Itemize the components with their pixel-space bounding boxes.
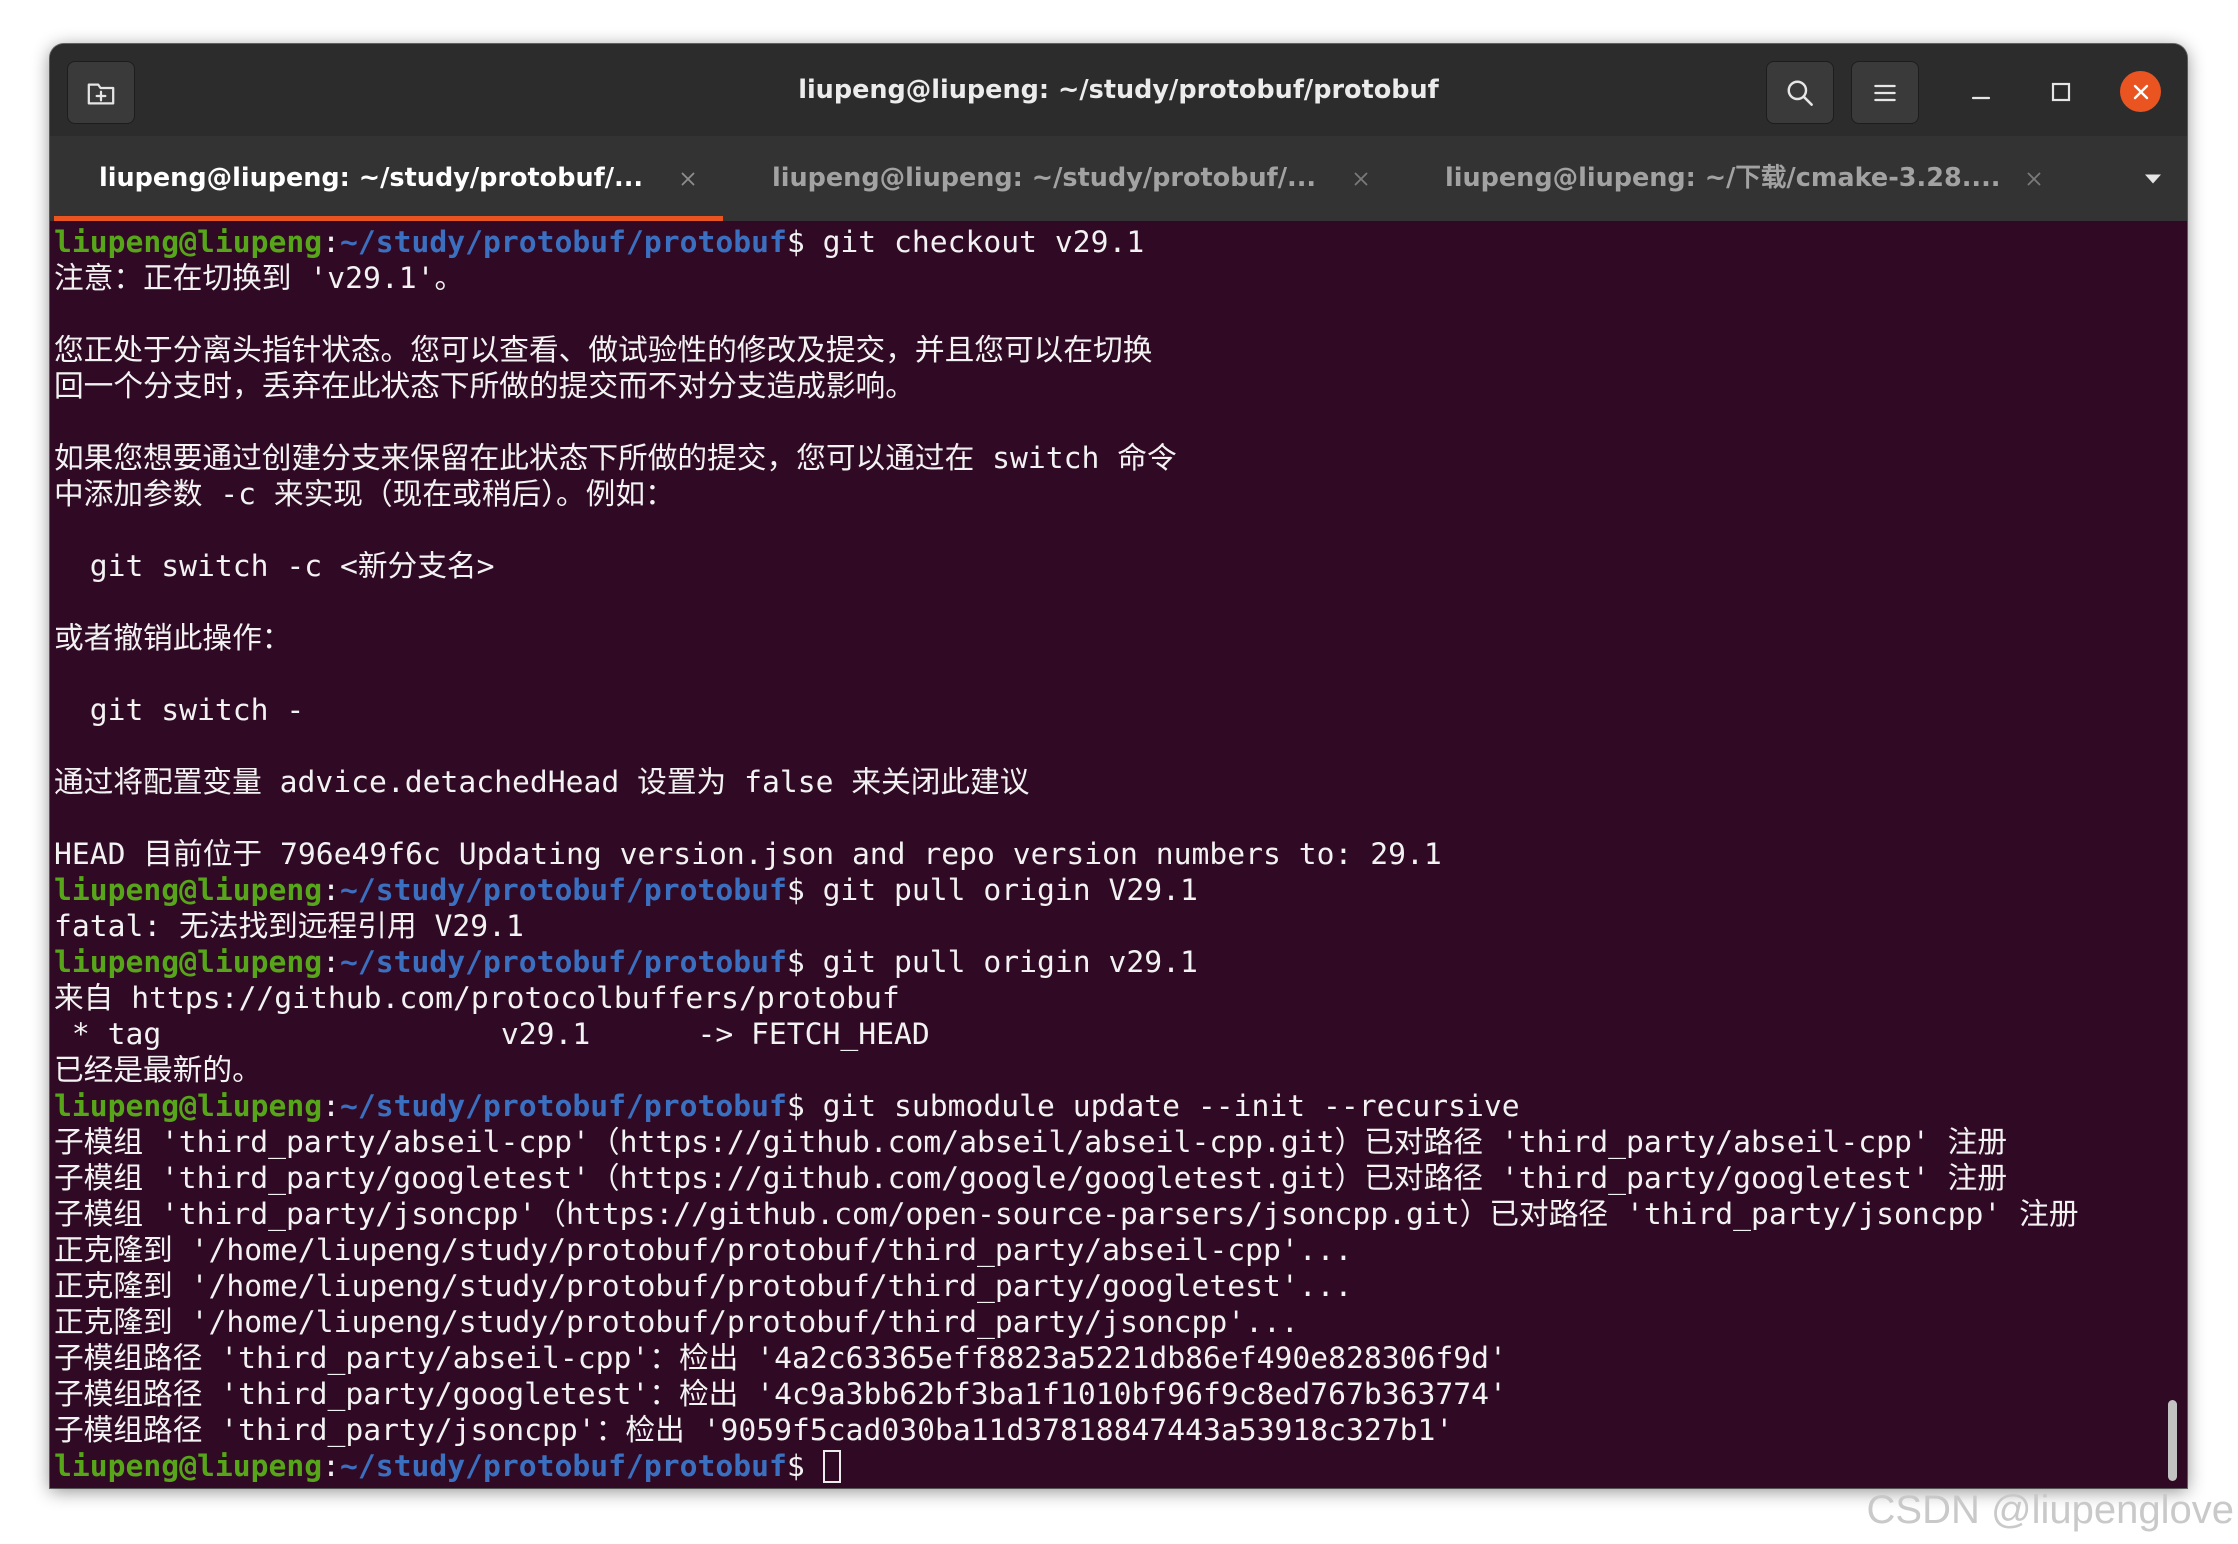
command-text: git submodule update --init --recursive [822, 1089, 1520, 1124]
terminal-line: 中添加参数 -c 来实现（现在或稍后）。例如： [54, 477, 675, 512]
text-cursor [822, 1450, 841, 1483]
close-window-button[interactable] [2120, 71, 2161, 112]
tab-2[interactable]: liupeng@liupeng: ~/study/protobuf/... [723, 136, 1396, 221]
tab-bar: liupeng@liupeng: ~/study/protobuf/... li… [50, 136, 2187, 221]
terminal-line: 子模组 'third_party/googletest'（https://git… [54, 1161, 2008, 1196]
terminal-line-prompt: liupeng@liupeng:~/study/protobuf/protobu… [54, 225, 2162, 261]
terminal-line: git switch -c <新分支名> [54, 549, 495, 584]
prompt-symbol: $ [786, 945, 805, 980]
menu-button[interactable] [1851, 61, 1919, 124]
prompt-symbol: $ [786, 873, 805, 908]
prompt-separator: : [322, 1449, 340, 1484]
prompt-symbol: $ [786, 225, 805, 260]
prompt-separator: : [322, 873, 340, 908]
prompt-user-host: liupeng@liupeng [54, 945, 323, 980]
prompt-user-host: liupeng@liupeng [54, 225, 323, 260]
tab-label: liupeng@liupeng: ~/study/protobuf/... [772, 163, 1317, 193]
maximize-button[interactable] [2040, 71, 2081, 112]
prompt-user-host: liupeng@liupeng [54, 873, 323, 908]
maximize-icon [2051, 82, 2070, 101]
close-tab-button[interactable] [1349, 167, 1373, 191]
minimize-icon [1971, 96, 1990, 99]
prompt-separator: : [322, 1089, 340, 1124]
scrollbar-thumb[interactable] [2168, 1400, 2177, 1481]
prompt-user-host: liupeng@liupeng [54, 1089, 323, 1124]
terminal-line: 正克隆到 '/home/liupeng/study/protobuf/proto… [54, 1269, 1353, 1304]
terminal-line: 子模组路径 'third_party/abseil-cpp'：检出 '4a2c6… [54, 1341, 1507, 1376]
tab-list-button[interactable] [2119, 136, 2187, 221]
prompt-user-host: liupeng@liupeng [54, 1449, 323, 1484]
terminal-line: 注意：正在切换到 'v29.1'。 [54, 261, 465, 296]
search-icon [1787, 80, 1813, 106]
close-tab-icon [2027, 172, 2041, 186]
watermark: CSDN @liupenglove [1866, 1488, 2234, 1532]
close-icon [2133, 84, 2148, 99]
terminal-window: liupeng@liupeng: ~/study/protobuf/protob… [50, 44, 2187, 1488]
tab-label: liupeng@liupeng: ~/study/protobuf/... [99, 163, 644, 193]
terminal-line: fatal: 无法找到远程引用 V29.1 [54, 909, 524, 944]
close-tab-icon [1354, 172, 1368, 186]
prompt-path: ~/study/protobuf/protobuf [339, 1089, 787, 1124]
terminal-line-prompt: liupeng@liupeng:~/study/protobuf/protobu… [54, 1089, 2162, 1125]
terminal-line-prompt: liupeng@liupeng:~/study/protobuf/protobu… [54, 945, 2162, 981]
terminal-line: 子模组 'third_party/jsoncpp'（https://github… [54, 1197, 2079, 1232]
terminal-line: HEAD 目前位于 796e49f6c Updating version.jso… [54, 837, 1442, 872]
command-text: git checkout v29.1 [822, 225, 1145, 260]
terminal-line: 或者撤销此操作： [54, 621, 292, 656]
hamburger-menu-icon [1874, 84, 1896, 101]
terminal-screen: liupeng@liupeng:~/study/protobuf/protobu… [54, 225, 2162, 1485]
terminal-area[interactable]: liupeng@liupeng:~/study/protobuf/protobu… [50, 221, 2187, 1488]
tab-label: liupeng@liupeng: ~/下载/cmake-3.28.... [1445, 163, 2001, 193]
terminal-line: git switch - [54, 693, 305, 728]
command-text: git pull origin v29.1 [822, 945, 1198, 980]
terminal-line: 您正处于分离头指针状态。您可以查看、做试验性的修改及提交，并且您可以在切换 [54, 333, 1153, 368]
terminal-line: 正克隆到 '/home/liupeng/study/protobuf/proto… [54, 1233, 1353, 1268]
terminal-line: 回一个分支时，丢弃在此状态下所做的提交而不对分支造成影响。 [54, 369, 915, 404]
prompt-path: ~/study/protobuf/protobuf [339, 1449, 787, 1484]
terminal-line: 子模组路径 'third_party/googletest'：检出 '4c9a3… [54, 1377, 1507, 1412]
prompt-symbol: $ [786, 1449, 805, 1484]
prompt-path: ~/study/protobuf/protobuf [339, 945, 787, 980]
terminal-line: 如果您想要通过创建分支来保留在此状态下所做的提交，您可以通过在 switch 命… [54, 441, 1177, 476]
search-button[interactable] [1766, 61, 1834, 124]
terminal-line-prompt: liupeng@liupeng:~/study/protobuf/protobu… [54, 873, 2162, 909]
title-bar[interactable]: liupeng@liupeng: ~/study/protobuf/protob… [50, 44, 2187, 136]
tab-1[interactable]: liupeng@liupeng: ~/study/protobuf/... [50, 136, 723, 221]
terminal-line: 来自 https://github.com/protocolbuffers/pr… [54, 981, 900, 1016]
terminal-line: 正克隆到 '/home/liupeng/study/protobuf/proto… [54, 1305, 1299, 1340]
command-text: git pull origin V29.1 [822, 873, 1198, 908]
terminal-line: 子模组路径 'third_party/jsoncpp'：检出 '9059f5ca… [54, 1413, 1454, 1448]
prompt-path: ~/study/protobuf/protobuf [339, 873, 787, 908]
chevron-down-icon [2145, 174, 2161, 183]
close-tab-button[interactable] [2022, 167, 2046, 191]
close-tab-button[interactable] [676, 167, 700, 191]
close-tab-icon [681, 172, 695, 186]
prompt-symbol: $ [786, 1089, 805, 1124]
terminal-line: 通过将配置变量 advice.detachedHead 设置为 false 来关… [54, 765, 1030, 800]
terminal-line-prompt: liupeng@liupeng:~/study/protobuf/protobu… [54, 1449, 2162, 1485]
terminal-line: 子模组 'third_party/abseil-cpp'（https://git… [54, 1125, 2008, 1160]
terminal-line: * tag v29.1 -> FETCH_HEAD [54, 1017, 930, 1052]
prompt-separator: : [322, 225, 340, 260]
tab-3[interactable]: liupeng@liupeng: ~/下载/cmake-3.28.... [1396, 136, 2069, 221]
prompt-path: ~/study/protobuf/protobuf [339, 225, 787, 260]
prompt-separator: : [322, 945, 340, 980]
terminal-line: 已经是最新的。 [54, 1053, 262, 1088]
minimize-button[interactable] [1960, 71, 2001, 112]
